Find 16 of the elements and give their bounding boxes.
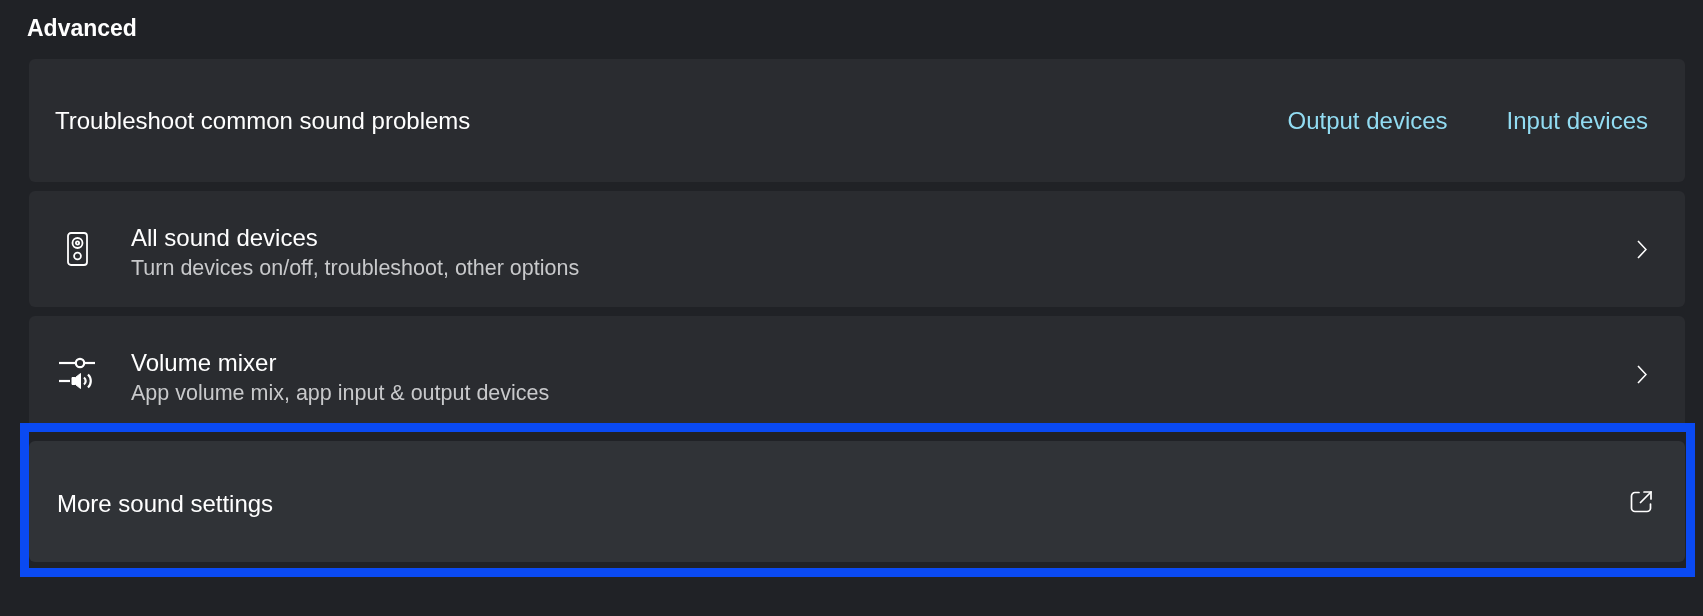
setting-description: Turn devices on/off, troubleshoot, other options bbox=[131, 255, 580, 282]
troubleshooter-link[interactable]: Output devices bbox=[1287, 105, 1448, 136]
setting-title: Volume mixer bbox=[131, 348, 278, 378]
chevron-right-icon bbox=[1637, 239, 1647, 259]
setting-title: All sound devices bbox=[131, 223, 319, 253]
speaker-icon bbox=[66, 232, 88, 266]
troubleshooter-link[interactable]: Input devices bbox=[1506, 105, 1648, 136]
setting-title: More sound settings bbox=[57, 488, 274, 519]
setting-label: Troubleshoot common sound problems bbox=[55, 105, 471, 136]
section-heading: Advanced bbox=[27, 14, 137, 43]
external-link-icon bbox=[1630, 490, 1653, 513]
setting-description: App volume mix, app input & output devices bbox=[131, 380, 550, 407]
chevron-right-icon bbox=[1637, 364, 1647, 384]
settings-row[interactable]: More sound settings bbox=[29, 441, 1685, 562]
volume-mixer-icon bbox=[59, 357, 95, 391]
settings-row[interactable]: All sound devices Turn devices on/off, troubleshoot, other options bbox=[29, 191, 1685, 307]
